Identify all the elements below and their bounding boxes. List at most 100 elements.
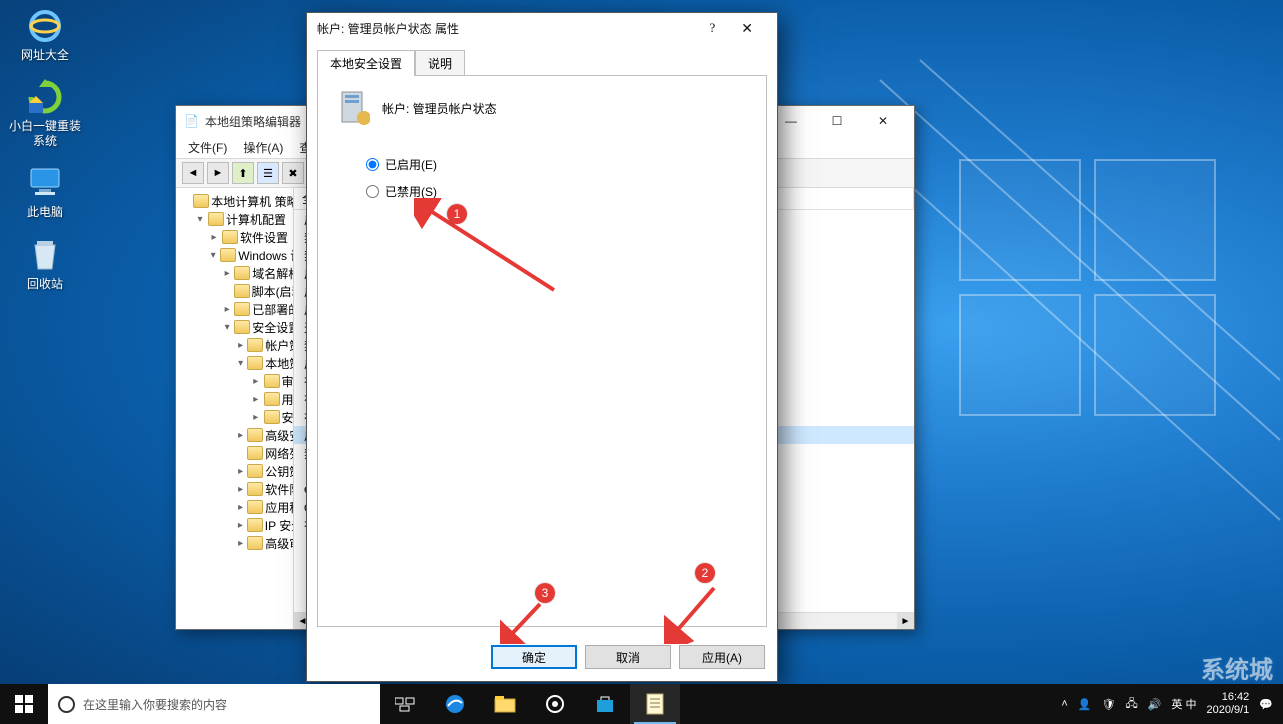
tree-item[interactable]: ▸ 应用程 xyxy=(176,498,293,516)
folder-icon xyxy=(234,266,250,280)
tree-caret-icon[interactable]: ▸ xyxy=(222,304,232,315)
scroll-right-button[interactable]: ► xyxy=(897,613,914,629)
tree-item[interactable]: ▸审 xyxy=(176,372,293,390)
tree-item[interactable]: ▾本地策 xyxy=(176,354,293,372)
tree-caret-icon[interactable]: ▸ xyxy=(250,376,262,387)
tree-caret-icon[interactable]: ▸ xyxy=(236,430,245,441)
folder-icon xyxy=(234,320,250,334)
tree-item[interactable]: 网络列 xyxy=(176,444,293,462)
tray-people-icon[interactable]: 👤 xyxy=(1078,698,1092,711)
tree-item[interactable]: ▾Windows 设 xyxy=(176,246,293,264)
tree-item[interactable]: ▸安 xyxy=(176,408,293,426)
tree-item-label: 公钥策 xyxy=(265,463,293,480)
tree-item[interactable]: ▸ 已部署的 xyxy=(176,300,293,318)
apply-button[interactable]: 应用(A) xyxy=(679,645,765,669)
tree-item[interactable]: ▸ 公钥策 xyxy=(176,462,293,480)
tree-caret-icon[interactable]: ▸ xyxy=(236,520,245,531)
folder-icon xyxy=(234,302,250,316)
folder-icon xyxy=(247,428,263,442)
close-button[interactable]: ✕ xyxy=(727,16,767,41)
tree-item-label: 应用程 xyxy=(265,499,293,516)
tree-caret-icon[interactable]: ▾ xyxy=(194,214,206,225)
gpedit-tree[interactable]: 本地计算机 策略▾计算机配置▸软件设置▾Windows 设▸域名解析脚本(启动▸… xyxy=(176,188,294,629)
tree-caret-icon[interactable]: ▸ xyxy=(236,466,245,477)
desktop-icon-thispc[interactable]: 此电脑 xyxy=(8,163,82,219)
tray-notifications-icon[interactable]: 💬 xyxy=(1259,698,1273,711)
tab-local-security[interactable]: 本地安全设置 xyxy=(317,50,415,76)
tree-item-label: 已部署的 xyxy=(252,301,293,318)
taskbar-settings[interactable] xyxy=(530,684,580,724)
radio-enabled-input[interactable] xyxy=(366,158,379,171)
properties-dialog: 帐户: 管理员帐户状态 属性 ? ✕ 本地安全设置 说明 帐户: 管理员帐户状态… xyxy=(306,12,778,682)
properties-titlebar[interactable]: 帐户: 管理员帐户状态 属性 ? ✕ xyxy=(307,13,777,43)
tree-item-label: 网络列 xyxy=(265,445,293,462)
toolbar-up-button[interactable]: ⬆ xyxy=(232,162,254,184)
folder-icon xyxy=(193,194,209,208)
tray-network-icon[interactable]: 🖧 xyxy=(1125,695,1137,714)
tray-chevron-up-icon[interactable]: ˄ xyxy=(1061,698,1067,710)
tree-item[interactable]: ▸软件限 xyxy=(176,480,293,498)
tree-item[interactable]: ▸用 xyxy=(176,390,293,408)
toolbar-forward-button[interactable]: ► xyxy=(207,162,229,184)
ie-icon xyxy=(25,6,65,46)
tree-item[interactable]: 本地计算机 策略 xyxy=(176,192,293,210)
gpedit-title-icon: 📄 xyxy=(184,114,199,128)
folder-icon xyxy=(208,212,224,226)
tree-caret-icon[interactable]: ▾ xyxy=(222,322,232,333)
radio-disabled-input[interactable] xyxy=(366,185,379,198)
tree-caret-icon[interactable]: ▸ xyxy=(236,340,245,351)
help-button[interactable]: ? xyxy=(697,16,727,40)
tree-item[interactable]: ▸高级审 xyxy=(176,534,293,552)
tray-clock[interactable]: 16:42 2020/9/1 xyxy=(1206,691,1249,717)
radio-enabled[interactable]: 已启用(E) xyxy=(366,156,746,173)
tree-caret-icon[interactable]: ▾ xyxy=(236,358,245,369)
tree-caret-icon[interactable]: ▸ xyxy=(208,232,220,243)
ok-button[interactable]: 确定 xyxy=(491,645,577,669)
desktop-icon-recyclebin[interactable]: 回收站 xyxy=(8,235,82,291)
task-view-button[interactable] xyxy=(380,684,430,724)
taskbar-edge[interactable] xyxy=(430,684,480,724)
radio-disabled[interactable]: 已禁用(S) xyxy=(366,183,746,200)
menu-file[interactable]: 文件(F) xyxy=(182,139,233,156)
cancel-button[interactable]: 取消 xyxy=(585,645,671,669)
desktop-icon-reinstall[interactable]: 小白一键重装系统 xyxy=(8,77,82,148)
folder-icon xyxy=(247,482,263,496)
taskbar: 在这里输入你要搜索的内容 ˄ 👤 🛡 🖧 🔊 英 中 16:42 2020/9/… xyxy=(0,684,1283,724)
folder-icon xyxy=(220,248,236,262)
folder-icon xyxy=(264,410,280,424)
toolbar-delete-button[interactable]: ✖ xyxy=(282,162,304,184)
tray-ime[interactable]: 英 中 xyxy=(1171,696,1196,712)
server-icon xyxy=(338,90,370,126)
tree-item[interactable]: ▸域名解析 xyxy=(176,264,293,282)
tree-caret-icon[interactable]: ▸ xyxy=(250,412,262,423)
tree-item[interactable]: ▾ 安全设置 xyxy=(176,318,293,336)
toolbar-back-button[interactable]: ◄ xyxy=(182,162,204,184)
tree-caret-icon[interactable]: ▸ xyxy=(236,484,245,495)
taskbar-search[interactable]: 在这里输入你要搜索的内容 xyxy=(48,684,380,724)
taskbar-notepad[interactable] xyxy=(630,684,680,724)
toolbar-details-button[interactable]: ☰ xyxy=(257,162,279,184)
tree-item[interactable]: 脚本(启动 xyxy=(176,282,293,300)
tree-item[interactable]: ▾计算机配置 xyxy=(176,210,293,228)
tree-caret-icon[interactable]: ▸ xyxy=(222,268,232,279)
tree-caret-icon[interactable]: ▸ xyxy=(250,394,262,405)
tree-caret-icon[interactable]: ▸ xyxy=(236,502,245,513)
tree-item[interactable]: ▸软件设置 xyxy=(176,228,293,246)
taskbar-store[interactable] xyxy=(580,684,630,724)
gpedit-close-button[interactable]: ✕ xyxy=(860,106,906,136)
tree-caret-icon[interactable]: ▾ xyxy=(208,250,218,261)
tray-volume-icon[interactable]: 🔊 xyxy=(1148,698,1162,711)
start-button[interactable] xyxy=(0,684,48,724)
tree-item[interactable]: ▸IP 安全 xyxy=(176,516,293,534)
tray-shield-icon[interactable]: 🛡 xyxy=(1101,698,1115,711)
desktop-icon-browser[interactable]: 网址大全 xyxy=(8,6,82,62)
folder-icon xyxy=(247,518,263,532)
tree-item-label: 安全设置 xyxy=(252,319,293,336)
taskbar-explorer[interactable] xyxy=(480,684,530,724)
tree-item[interactable]: ▸高级安 xyxy=(176,426,293,444)
tab-explain[interactable]: 说明 xyxy=(415,50,465,76)
tree-item[interactable]: ▸帐户策 xyxy=(176,336,293,354)
tree-caret-icon[interactable]: ▸ xyxy=(236,538,245,549)
menu-action[interactable]: 操作(A) xyxy=(237,139,289,156)
gpedit-maximize-button[interactable]: ☐ xyxy=(814,106,860,136)
